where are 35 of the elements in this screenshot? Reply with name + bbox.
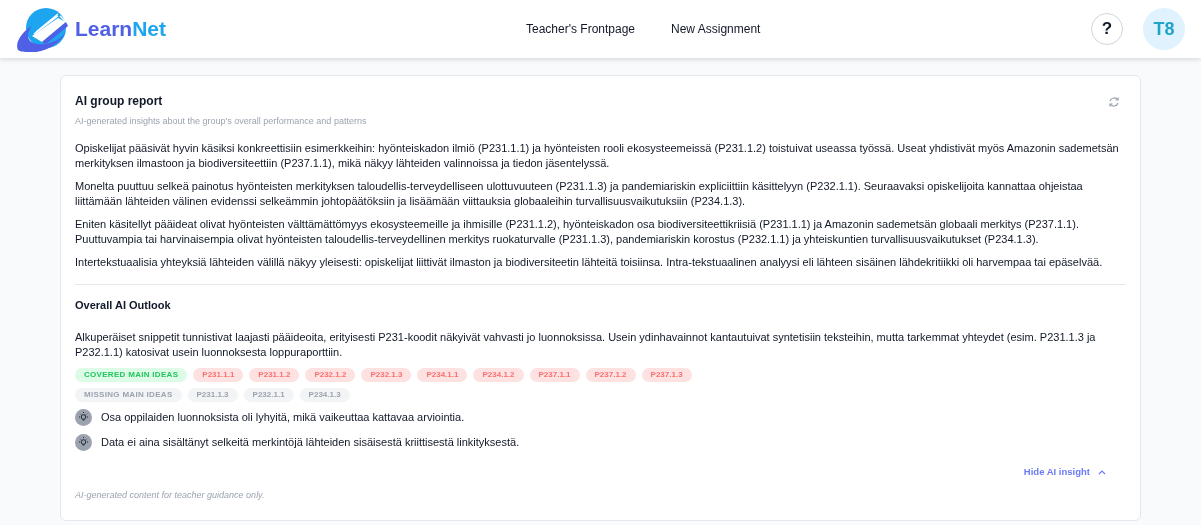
chevron-up-icon [1098, 469, 1106, 476]
logo-text: Net [132, 16, 167, 43]
idea-code-tag: P234.1.3 [299, 388, 350, 402]
outlook-text: Alkuperäiset snippetit tunnistivat laajasti pääideoita, erityisesti P231-koodit näkyivät vahvasti jo luonnoksissa. Usein ydinhavainnot kantautuivat syntetisiin teksteihin, mutta tarkemmat yhteydet (esim. P231.1.3 ja P232.1.1) katosivat usein luonnoksesta loppuraporttiin. [75, 330, 1097, 360]
card-title: AI group report [75, 93, 164, 110]
idea-code-tag: P237.1.2 [585, 368, 636, 382]
idea-code-tag: P237.1.3 [641, 368, 692, 382]
idea-code-tag: P234.1.1 [417, 368, 468, 382]
idea-code-tag: P232.1.1 [243, 388, 294, 402]
disclaimer-text: AI-generated content for teacher guidance only. [75, 489, 266, 503]
category-tag: MISSING MAIN IDEAS [75, 388, 182, 402]
category-tag: COVERED MAIN IDEAS [75, 368, 188, 382]
hide-insight-button[interactable]: Hide AI insight [1023, 465, 1106, 480]
idea-code-tag: P237.1.1 [529, 368, 580, 382]
lightbulb-icon [75, 409, 92, 426]
help-button[interactable]: ? [1091, 13, 1123, 45]
insight-note: Osa oppilaiden luonnoksista oli lyhyitä, mikä vaikeuttaa kattavaa arviointia. [101, 410, 465, 426]
refresh-icon[interactable] [1108, 96, 1120, 108]
report-paragraph: Opiskelijat pääsivät hyvin käsiksi konkreettisiin esimerkkeihin: hyönteiskadon ilmiö (P231.1.1) ja hyönteisten rooli ekosysteemeissä (P231.1.2) toistuivat useassa työssä. Useat yhdistivät myös Amazonin sademetsän merkityksen ilmastoon ja biodiversiteettiin (P237.1.1), mikä näkyy lähteiden valinnoissa ja tiedon jäsentelyssä. [75, 140, 1120, 171]
nav-link[interactable]: New Assignment [671, 20, 761, 38]
insight-note: Data ei aina sisältänyt selkeitä merkintöjä lähteiden sisäisestä kriittisestä linkityksestä. [101, 435, 520, 451]
section-title: Overall AI Outlook [75, 297, 172, 313]
lightbulb-icon [75, 434, 92, 451]
idea-code-tag: P232.1.2 [305, 368, 356, 382]
nav-link[interactable]: Teacher's Frontpage [526, 20, 636, 38]
idea-code-tag: P232.1.3 [361, 368, 412, 382]
report-paragraph: Monelta puuttuu selkeä painotus hyönteisten merkityksen taloudellis-terveydelliseen ulottuvuuteen (P231.1.3) ja pandemiariskin expliciittiin käsittelyyn (P232.1.1). Seuraavaksi opiskelijoita kannattaa ohjeistaa liittämään lähteiden välinen evidenssi selkeämmin johtopäätöksiin ja lisäämään viittauksia globaaleihin turvallisuusvaikutuksiin (P234.1.3). [75, 178, 1084, 209]
idea-code-tag: P231.1.2 [249, 368, 300, 382]
idea-code-tag: P234.1.2 [473, 368, 524, 382]
idea-code-tag: P231.1.3 [187, 388, 238, 402]
logo-text: Learn [75, 16, 133, 43]
report-paragraph: Intertekstuaalisia yhteyksiä lähteiden välillä näkyy yleisesti: opiskelijat liittivät ilmaston ja biodiversiteetin lähteitä toisiinsa. Intra-tekstuaalinen analyysi eli lähteen sisäinen lähdekritiikki oli harvempaa tai epäselvää. [75, 254, 1104, 270]
report-paragraph: Eniten käsitellyt pääideat olivat hyönteisten välttämättömyys ekosysteemeille ja ihmisille (P231.1.2), hyönteiskadon osa biodiversiteettikriisiä (P231.1.1) ja Amazonin sademetsän globaali merkitys (P237.1.1). Puuttuvampia tai harvinaisempia olivat hyönteisten taloudellis-terveydellinen merkitys ruokaturvalle (P231.1.3), pandemiariskin korostus (P232.1.1) ja yhteiskuntien turvallisuusvaikutukset (P234.1.3). [75, 216, 1080, 247]
idea-code-tag: P231.1.1 [193, 368, 244, 382]
card-subtitle: AI-generated insights about the group's overall performance and patterns [75, 115, 367, 128]
